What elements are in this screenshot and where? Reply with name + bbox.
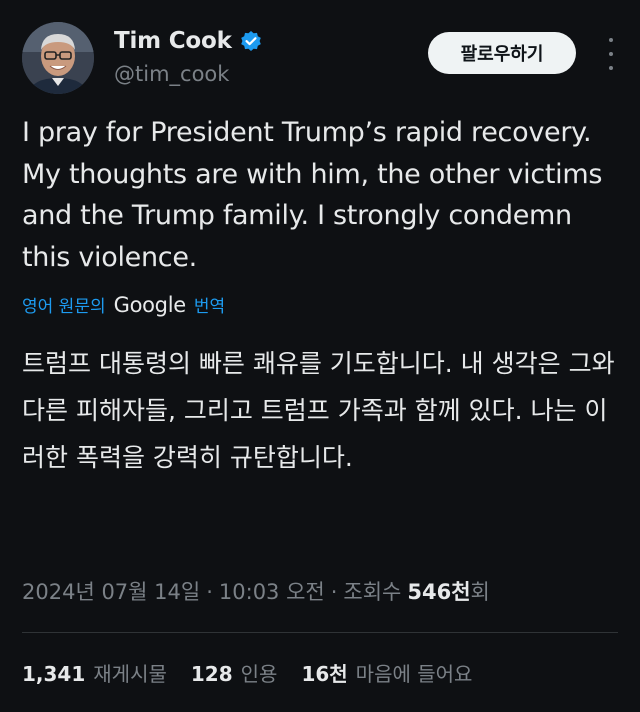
tweet-text: I pray for President Trump’s rapid recov… (22, 117, 603, 273)
views-suffix: 회 (470, 580, 490, 604)
name-row: Tim Cook (114, 28, 262, 54)
user-handle[interactable]: @tim_cook (114, 62, 229, 86)
tweet-time[interactable]: 10:03 오전 (219, 576, 325, 606)
meta-separator: · (206, 580, 213, 604)
tweet-date[interactable]: 2024년 07월 14일 (22, 576, 200, 606)
tweet-card: Tim Cook @tim_cook 팔로우하기 I pray for Pres… (0, 0, 640, 712)
reposts-count: 1,341 (22, 662, 86, 686)
reposts-label: 재게시물 (93, 662, 167, 686)
quotes-label: 인용 (240, 662, 278, 686)
translate-prefix: 영어 원문의 (22, 297, 106, 317)
avatar-portrait (22, 22, 94, 94)
likes-stat[interactable]: 16천 마음에 들어요 (301, 658, 472, 687)
avatar[interactable] (22, 22, 94, 94)
tweet-meta: 2024년 07월 14일 · 10:03 오전 · 조회수 546천 회 (22, 576, 490, 606)
translate-suffix: 번역 (193, 297, 226, 317)
likes-count: 16천 (301, 662, 348, 686)
follow-button[interactable]: 팔로우하기 (428, 32, 576, 74)
tweet-header: Tim Cook @tim_cook 팔로우하기 (22, 22, 618, 98)
more-options-icon[interactable] (604, 38, 618, 70)
quotes-stat[interactable]: 128 인용 (191, 658, 278, 687)
quotes-count: 128 (190, 662, 233, 686)
verified-badge-icon (240, 30, 262, 52)
engagement-stats: 1,341 재게시물 128 인용 16천 마음에 들어요 (22, 658, 496, 687)
translate-link[interactable]: 영어 원문의 Google 번역 (22, 292, 226, 318)
views-label: 조회수 (343, 580, 402, 604)
likes-label: 마음에 들어요 (355, 662, 473, 686)
translated-text: 트럼프 대통령의 빠른 쾌유를 기도합니다. 내 생각은 그와 다른 피해자들,… (22, 349, 615, 472)
reposts-stat[interactable]: 1,341 재게시물 (22, 658, 167, 687)
views-count[interactable]: 546천 (407, 576, 470, 606)
meta-separator: · (330, 580, 338, 604)
display-name[interactable]: Tim Cook (114, 28, 232, 54)
divider (22, 632, 618, 633)
google-logo-text: Google (113, 292, 187, 317)
